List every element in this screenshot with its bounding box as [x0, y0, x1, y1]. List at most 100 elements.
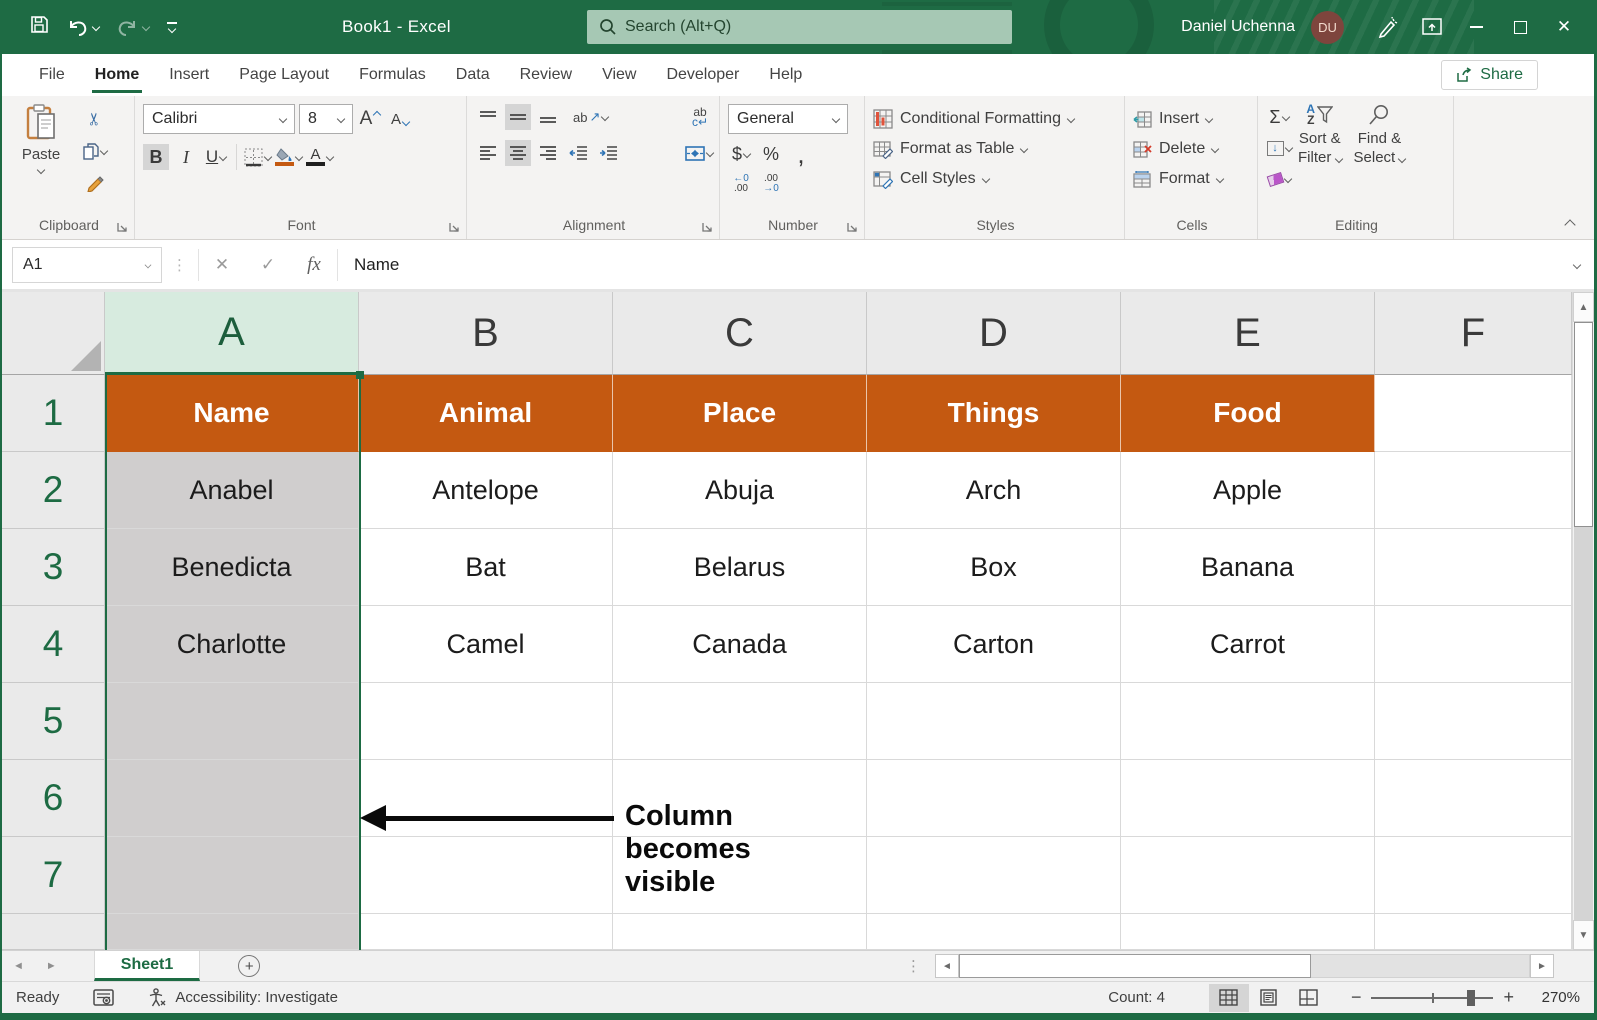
sheet-tab-sheet1[interactable]: Sheet1 [93, 951, 201, 981]
tab-data[interactable]: Data [441, 54, 505, 96]
cell-F1[interactable] [1375, 375, 1572, 452]
cell-E5[interactable] [1121, 683, 1375, 760]
cell-D7[interactable] [867, 837, 1121, 914]
cell-A2[interactable]: Anabel [105, 452, 359, 529]
align-right-button[interactable] [535, 140, 561, 166]
cell-C4[interactable]: Canada [613, 606, 867, 683]
merge-center-button[interactable] [685, 140, 715, 166]
dialog-launcher-icon[interactable] [448, 221, 460, 233]
increase-decimal-button[interactable]: ←0.00 [728, 171, 754, 197]
vertical-scrollbar-thumb[interactable] [1574, 322, 1593, 527]
top-align-button[interactable] [475, 104, 501, 130]
cut-button[interactable]: ✂ [82, 106, 108, 132]
tab-review[interactable]: Review [505, 54, 587, 96]
clear-button[interactable] [1266, 166, 1292, 192]
cell-D3[interactable]: Box [867, 529, 1121, 606]
cell-partial-C[interactable] [613, 914, 867, 950]
cell-A4[interactable]: Charlotte [105, 606, 359, 683]
tab-developer[interactable]: Developer [651, 54, 754, 96]
wrap-text-button[interactable]: ab c↵ [687, 104, 713, 130]
increase-font-size-button[interactable]: A [357, 106, 383, 132]
font-family-select[interactable]: Calibri [143, 104, 295, 134]
column-header-A[interactable]: A [105, 292, 359, 375]
cell-B4[interactable]: Camel [359, 606, 613, 683]
delete-cells-button[interactable]: Delete [1133, 134, 1251, 164]
column-header-E[interactable]: E [1121, 292, 1375, 375]
cell-B3[interactable]: Bat [359, 529, 613, 606]
number-format-select[interactable]: General [728, 104, 848, 134]
column-header-F[interactable]: F [1375, 292, 1572, 375]
zoom-in-button[interactable]: + [1503, 987, 1514, 1008]
row-header-1[interactable]: 1 [2, 375, 105, 452]
formula-bar-resize-handle[interactable]: ⋮ [172, 256, 188, 274]
page-layout-view-button[interactable] [1249, 984, 1289, 1012]
scroll-left-icon[interactable]: ◄ [935, 954, 959, 978]
format-as-table-button[interactable]: Format as Table [873, 134, 1118, 164]
scroll-up-icon[interactable]: ▲ [1573, 292, 1594, 322]
row-header-4[interactable]: 4 [2, 606, 105, 683]
sort-filter-button[interactable]: AZ Sort & Filter [1292, 103, 1348, 192]
tab-help[interactable]: Help [754, 54, 817, 96]
copy-button[interactable] [82, 138, 109, 164]
cell-D1[interactable]: Things [867, 375, 1121, 452]
fill-button[interactable]: ↓ [1266, 135, 1293, 161]
row-header-5[interactable]: 5 [2, 683, 105, 760]
maximize-button[interactable] [1498, 0, 1542, 54]
user-name[interactable]: Daniel Uchenna [1181, 18, 1295, 36]
italic-button[interactable]: I [173, 144, 199, 170]
borders-button[interactable] [244, 144, 273, 170]
share-button[interactable]: Share [1441, 60, 1538, 90]
scroll-right-icon[interactable]: ► [1530, 954, 1554, 978]
find-select-button[interactable]: Find & Select [1348, 104, 1412, 192]
insert-function-button[interactable]: fx [291, 247, 337, 283]
cell-C7[interactable] [613, 837, 867, 914]
row-header-6[interactable]: 6 [2, 760, 105, 837]
tab-page-layout[interactable]: Page Layout [224, 54, 344, 96]
underline-button[interactable]: U [203, 144, 229, 170]
paste-button[interactable]: Paste [10, 104, 72, 175]
cell-B1[interactable]: Animal [359, 375, 613, 452]
column-header-C[interactable]: C [613, 292, 867, 375]
decrease-font-size-button[interactable]: A [387, 106, 413, 132]
cell-E3[interactable]: Banana [1121, 529, 1375, 606]
tab-file[interactable]: File [24, 54, 80, 96]
vertical-scrollbar-track[interactable] [1574, 527, 1593, 920]
format-cells-button[interactable]: Format [1133, 164, 1251, 194]
row-header-7[interactable]: 7 [2, 837, 105, 914]
collapse-ribbon-icon[interactable] [1564, 219, 1576, 231]
cell-partial-B[interactable] [359, 914, 613, 950]
new-sheet-button[interactable]: + [238, 955, 261, 977]
cell-A6[interactable] [105, 760, 359, 837]
row-header-partial[interactable] [2, 914, 105, 950]
column-header-B[interactable]: B [359, 292, 613, 375]
cell-F2[interactable] [1375, 452, 1572, 529]
increase-indent-button[interactable] [595, 140, 621, 166]
zoom-level[interactable]: 270% [1528, 989, 1580, 1006]
column-header-D[interactable]: D [867, 292, 1121, 375]
cell-B2[interactable]: Antelope [359, 452, 613, 529]
cell-E4[interactable]: Carrot [1121, 606, 1375, 683]
macro-record-button[interactable] [93, 989, 115, 1006]
accounting-format-button[interactable]: $ [728, 141, 754, 167]
cell-F4[interactable] [1375, 606, 1572, 683]
avatar[interactable]: DU [1311, 10, 1344, 44]
zoom-out-button[interactable]: − [1351, 987, 1362, 1008]
cell-C6[interactable] [613, 760, 867, 837]
cell-F3[interactable] [1375, 529, 1572, 606]
cell-B7[interactable] [359, 837, 613, 914]
fill-color-button[interactable] [275, 144, 304, 170]
save-icon[interactable] [30, 15, 49, 39]
cell-D5[interactable] [867, 683, 1121, 760]
redo-button[interactable] [117, 17, 151, 37]
cell-partial-E[interactable] [1121, 914, 1375, 950]
cancel-entry-button[interactable]: ✕ [199, 247, 245, 283]
cell-C2[interactable]: Abuja [613, 452, 867, 529]
cell-C3[interactable]: Belarus [613, 529, 867, 606]
cell-C5[interactable] [613, 683, 867, 760]
font-size-select[interactable]: 8 [299, 104, 353, 134]
vertical-scrollbar[interactable]: ▲ ▼ [1572, 292, 1594, 950]
accessibility-status[interactable]: Accessibility: Investigate [148, 988, 338, 1007]
horizontal-scrollbar-track[interactable] [1311, 954, 1530, 978]
tab-home[interactable]: Home [80, 54, 154, 96]
dialog-launcher-icon[interactable] [846, 221, 858, 233]
